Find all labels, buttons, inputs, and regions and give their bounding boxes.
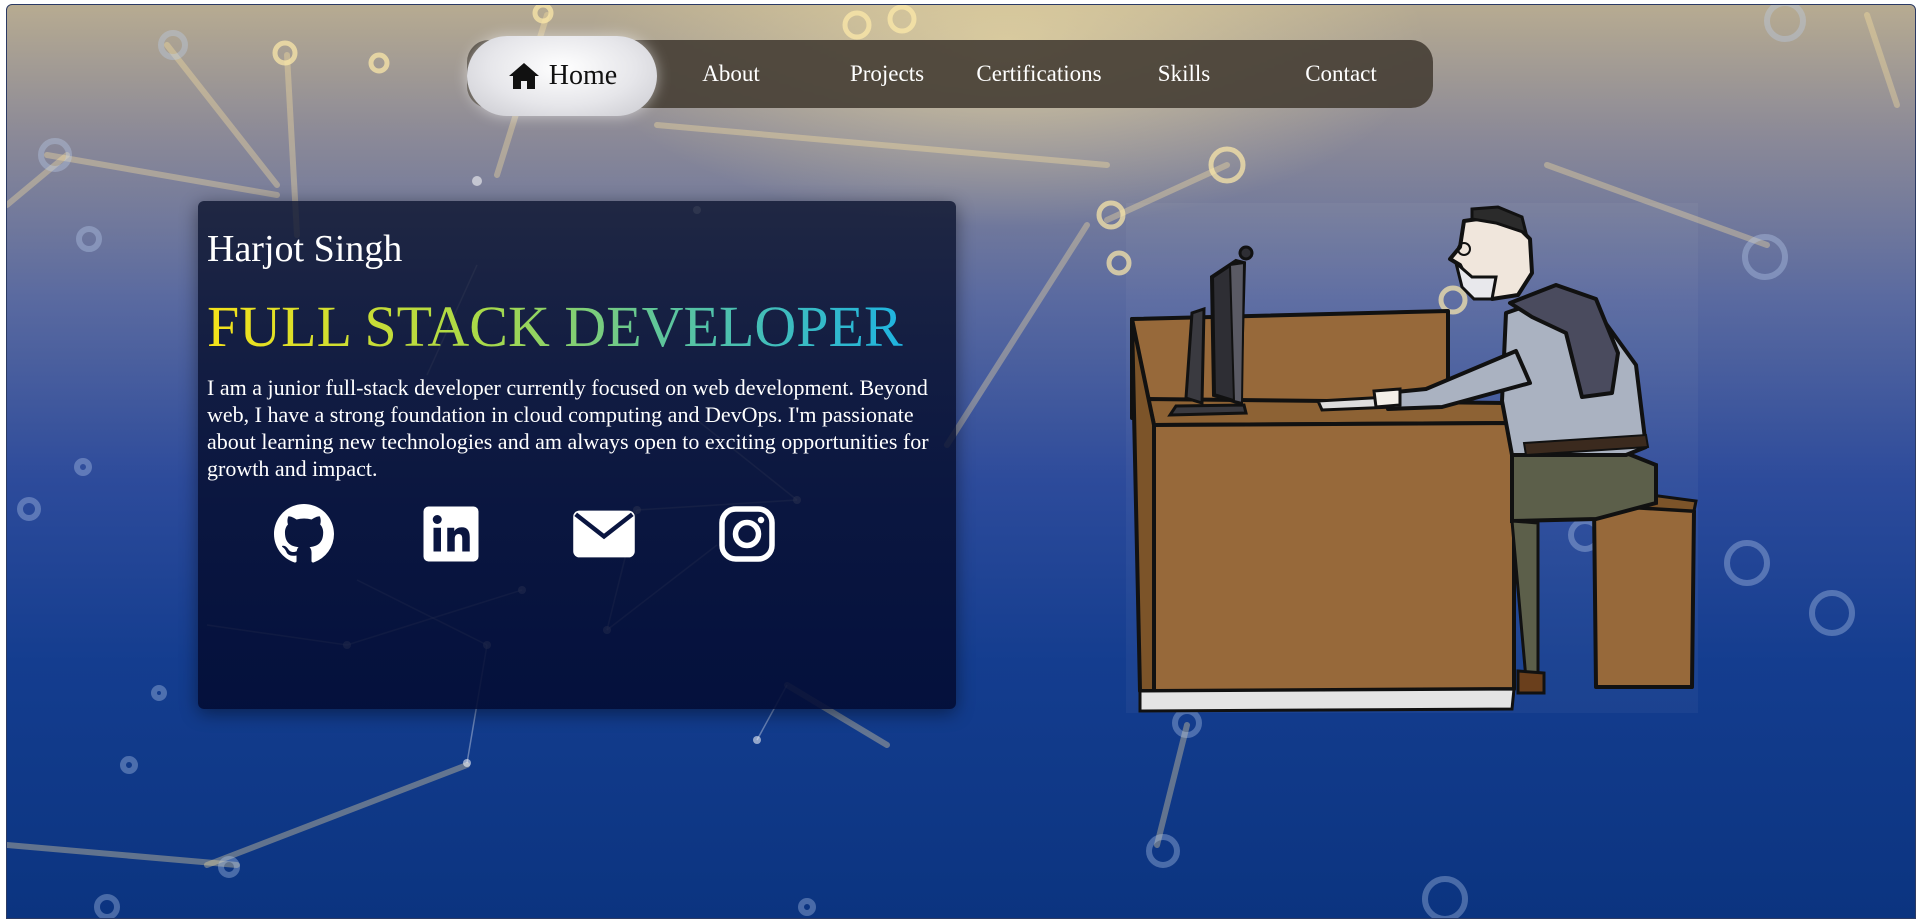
nav-item-about[interactable]: About xyxy=(657,40,805,108)
nav-item-projects[interactable]: Projects xyxy=(805,40,969,108)
nav-item-certifications[interactable]: Certifications xyxy=(969,40,1109,108)
main-navigation: Home About Projects Certifications Skill… xyxy=(467,36,1433,116)
hero-description: I am a junior full-stack developer curre… xyxy=(207,375,929,481)
envelope-icon xyxy=(573,510,635,558)
linkedin-icon xyxy=(423,506,479,562)
developer-illustration xyxy=(1126,203,1698,713)
hero-card: Harjot Singh FULL STACK DEVELOPER I am a… xyxy=(198,201,956,709)
nav-item-contact[interactable]: Contact xyxy=(1259,40,1423,108)
github-link[interactable] xyxy=(272,502,336,566)
nav-item-skills[interactable]: Skills xyxy=(1109,40,1259,108)
instagram-link[interactable] xyxy=(715,502,779,566)
instagram-icon xyxy=(719,506,775,562)
nav-home-label: Home xyxy=(548,60,618,91)
linkedin-link[interactable] xyxy=(419,502,483,566)
hero-title: FULL STACK DEVELOPER xyxy=(207,294,903,359)
nav-item-home[interactable]: Home xyxy=(467,36,657,116)
home-icon xyxy=(508,63,539,89)
hero-name: Harjot Singh xyxy=(207,228,403,270)
github-icon xyxy=(274,504,334,563)
email-link[interactable] xyxy=(570,502,638,566)
